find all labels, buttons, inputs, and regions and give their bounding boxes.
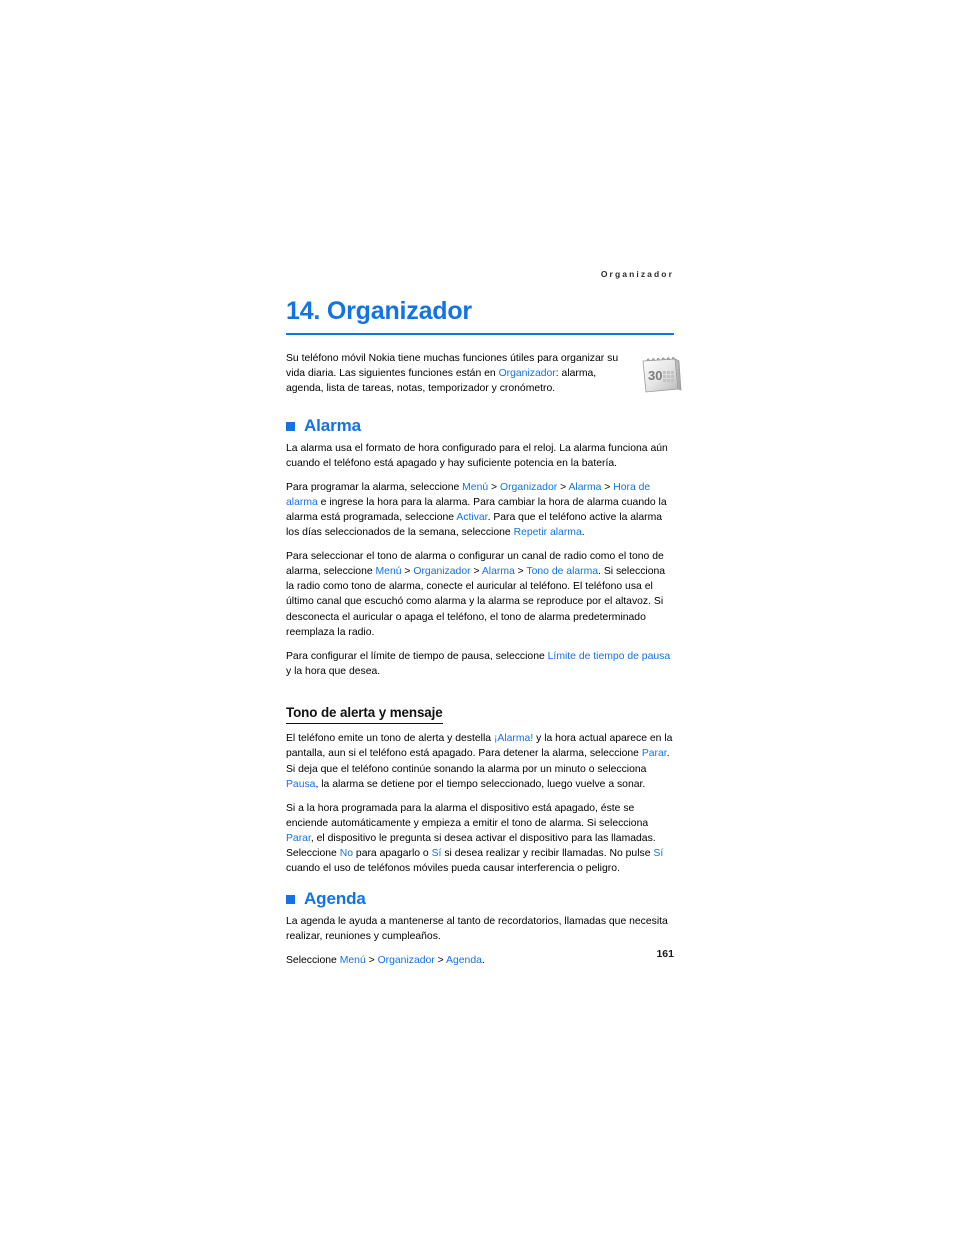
calendar-icon: 30 xyxy=(634,347,686,399)
subsection-heading-tono-de-alerta: Tono de alerta y mensaje xyxy=(286,705,443,725)
intro-text: Su teléfono móvil Nokia tiene muchas fun… xyxy=(286,351,622,396)
text-run: para apagarlo o xyxy=(353,848,432,860)
link-menu[interactable]: Menú xyxy=(376,566,402,577)
calendar-day-number: 30 xyxy=(648,368,662,383)
text-run: El teléfono emite un tono de alerta y de… xyxy=(286,733,494,745)
alarma-paragraph-2: Para programar la alarma, seleccione Men… xyxy=(286,480,674,540)
path-separator: > xyxy=(601,481,614,493)
text-run: cuando el uso de teléfonos móviles pueda… xyxy=(286,863,620,875)
link-si[interactable]: Sí xyxy=(653,848,663,859)
link-organizador[interactable]: Organizador xyxy=(499,368,556,379)
page-number: 161 xyxy=(656,948,674,960)
section-heading-alarma: Alarma xyxy=(286,417,674,434)
running-header: Organizador xyxy=(600,269,674,279)
square-bullet-icon xyxy=(286,421,295,431)
title-divider xyxy=(286,333,674,335)
link-limite-de-tiempo-de-pausa[interactable]: Límite de tiempo de pausa xyxy=(548,651,670,662)
subsection-heading-wrapper: Tono de alerta y mensaje xyxy=(286,688,674,731)
link-pausa[interactable]: Pausa xyxy=(286,779,315,790)
intro-block: Su teléfono móvil Nokia tiene muchas fun… xyxy=(286,351,682,403)
section-heading-label: Alarma xyxy=(304,415,362,435)
path-separator: > xyxy=(470,566,482,578)
document-page: Organizador 14. Organizador Su teléfono … xyxy=(286,268,682,977)
link-parar[interactable]: Parar xyxy=(286,833,311,844)
link-si[interactable]: Sí xyxy=(432,848,442,859)
link-no[interactable]: No xyxy=(340,848,353,859)
alarma-paragraph-4: Para configurar el límite de tiempo de p… xyxy=(286,649,674,679)
section-heading-label: Agenda xyxy=(304,889,366,909)
path-separator: > xyxy=(557,481,569,493)
path-separator: > xyxy=(514,566,527,578)
page-title: 14. Organizador xyxy=(286,297,472,325)
link-organizador[interactable]: Organizador xyxy=(413,566,470,577)
alarma-paragraph-3: Para seleccionar el tono de alarma o con… xyxy=(286,549,674,640)
path-separator: > xyxy=(401,566,414,578)
text-run: y la hora que desea. xyxy=(286,665,381,677)
intro-paragraph: Su teléfono móvil Nokia tiene muchas fun… xyxy=(286,351,622,396)
agenda-paragraph-1: La agenda le ayuda a mantenerse al tanto… xyxy=(286,916,668,943)
section-heading-agenda: Agenda xyxy=(286,890,674,907)
link-organizador[interactable]: Organizador xyxy=(500,482,557,493)
subsection-paragraph-2: Si a la hora programada para la alarma e… xyxy=(286,801,674,876)
text-run: si desea realizar y recibir llamadas. No… xyxy=(441,848,654,860)
square-bullet-icon xyxy=(286,895,295,905)
text-run: Para configurar el límite de tiempo de p… xyxy=(286,650,548,662)
path-separator: > xyxy=(488,481,500,493)
text-run: . xyxy=(581,527,585,539)
text-run: Para programar la alarma, seleccione xyxy=(286,481,463,493)
link-parar[interactable]: Parar xyxy=(642,748,667,759)
link-alarma[interactable]: Alarma xyxy=(482,566,515,577)
link-alarma-alert[interactable]: ¡Alarma! xyxy=(494,733,533,744)
link-activar[interactable]: Activar xyxy=(456,512,487,523)
text-run: , la alarma se detiene por el tiempo sel… xyxy=(315,778,646,790)
link-repetir-alarma[interactable]: Repetir alarma xyxy=(514,527,582,538)
subsection-paragraph-1: El teléfono emite un tono de alerta y de… xyxy=(286,731,674,791)
text-run: Si a la hora programada para la alarma e… xyxy=(286,802,649,829)
link-menu[interactable]: Menú xyxy=(462,482,488,493)
link-alarma[interactable]: Alarma xyxy=(568,482,601,493)
alarma-paragraph-1: La alarma usa el formato de hora configu… xyxy=(286,442,668,469)
link-tono-de-alarma[interactable]: Tono de alarma xyxy=(526,566,598,577)
